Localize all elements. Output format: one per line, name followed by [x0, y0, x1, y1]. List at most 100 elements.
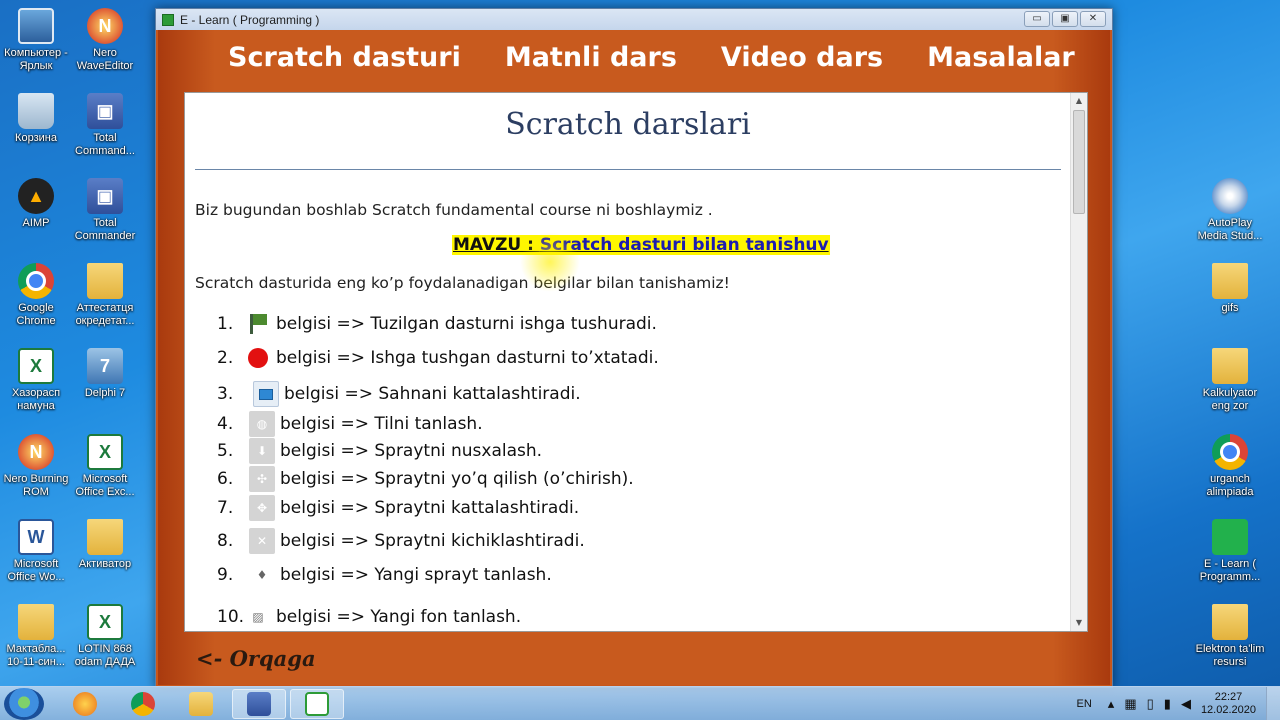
desktop-icon-google-chrome[interactable]: Google Chrome	[0, 263, 72, 328]
desktop-icon-excel[interactable]: X Microsoft Office Exc...	[69, 434, 141, 499]
taskbar-explorer[interactable]	[174, 689, 228, 719]
folder-icon	[189, 692, 213, 716]
desktop-icon-word[interactable]: W Microsoft Office Wo...	[0, 519, 72, 584]
page-title: Scratch darslari	[505, 107, 751, 142]
floppy-icon	[247, 692, 271, 716]
delphi-icon: 7	[87, 348, 123, 384]
close-button[interactable]: ✕	[1080, 11, 1106, 27]
desktop-icon-activator[interactable]: Активатор	[69, 519, 141, 571]
nero-icon: N	[18, 434, 54, 470]
excel-icon: X	[87, 604, 123, 640]
scroll-down-icon[interactable]: ▼	[1071, 615, 1087, 631]
elearn-window: E - Learn ( Programming ) ▭ ▣ ✕ Scratch …	[155, 8, 1113, 688]
autoplay-icon	[1212, 178, 1248, 214]
network-icon[interactable]: ▦	[1124, 696, 1136, 712]
word-icon: W	[18, 519, 54, 555]
signal-icon[interactable]: ▮	[1164, 696, 1171, 712]
desktop-icon-attestat[interactable]: Аттестатця окредетат...	[69, 263, 141, 328]
main-menu: Scratch dasturi Matnli dars Video dars M…	[228, 42, 1075, 73]
aimp-icon: ▲	[18, 178, 54, 214]
list-item: 2. belgisi => Ishga tushgan dasturni to’…	[217, 345, 659, 371]
list-item: 10. ▨ belgisi => Yangi fon tanlash.	[217, 604, 521, 630]
winrar-icon	[87, 263, 123, 299]
folder-icon	[1212, 263, 1248, 299]
menu-masalalar[interactable]: Masalalar	[927, 42, 1075, 73]
vertical-scrollbar[interactable]: ▲ ▼	[1070, 93, 1087, 631]
item-text: belgisi => Yangi fon tanlash.	[276, 607, 522, 627]
back-link[interactable]: <- Orqaga	[196, 646, 316, 671]
desktop-icon-lotin[interactable]: X LOTIN 868 odam ДАДА	[69, 604, 141, 669]
language-indicator[interactable]: EN	[1077, 698, 1092, 710]
list-item: 5. ⬇ belgisi => Spraytni nusxalash.	[217, 438, 542, 464]
folder-icon	[1212, 348, 1248, 384]
stop-icon	[245, 345, 271, 371]
item-number: 7.	[217, 498, 234, 518]
chrome-icon	[131, 692, 155, 716]
menu-matnli-dars[interactable]: Matnli dars	[505, 42, 677, 73]
desktop-icon-elektron[interactable]: Elektron ta'lim resursi	[1194, 604, 1266, 669]
desktop-icon-total-commander-2[interactable]: ▣ Total Commander	[69, 178, 141, 243]
taskbar-total-commander[interactable]	[232, 689, 286, 719]
excel-icon: X	[87, 434, 123, 470]
list-item: 3. belgisi => Sahnani kattalashtiradi.	[217, 381, 581, 407]
elearn-icon	[1212, 519, 1248, 555]
app-icon	[162, 13, 174, 26]
show-hidden-icons-icon[interactable]: ▴	[1108, 696, 1115, 712]
desktop-icon-nero-waveeditor[interactable]: N Nero WaveEditor	[69, 8, 141, 73]
volume-icon[interactable]: ◀	[1181, 696, 1191, 712]
elearn-icon	[305, 692, 329, 716]
scroll-up-icon[interactable]: ▲	[1071, 93, 1087, 109]
globe-icon: ◍	[249, 411, 275, 437]
item-text: belgisi => Spraytni kichiklashtiradi.	[280, 531, 585, 551]
desktop-icon-hazorasp[interactable]: X Хазорасп намуна	[0, 348, 72, 413]
folder-icon	[87, 519, 123, 555]
window-title: E - Learn ( Programming )	[180, 12, 320, 27]
topic-text: Scratch dasturi bilan tanishuv	[539, 235, 829, 255]
window-titlebar[interactable]: E - Learn ( Programming ) ▭ ▣ ✕	[156, 9, 1112, 30]
duplicate-icon: ⬇	[249, 438, 275, 464]
desktop-icon-urganch[interactable]: urganch alimpiada	[1194, 434, 1266, 499]
item-text: belgisi => Spraytni yo’q qilish (o’chiri…	[280, 469, 634, 489]
floppy-icon: ▣	[87, 93, 123, 129]
taskbar-firefox[interactable]	[58, 689, 112, 719]
desktop-icon-maktab[interactable]: Мактабла... 10-11-син...	[0, 604, 72, 669]
item-text: belgisi => Spraytni nusxalash.	[280, 441, 543, 461]
desktop-icon-delphi[interactable]: 7 Delphi 7	[69, 348, 141, 400]
window-frame: Scratch dasturi Matnli dars Video dars M…	[158, 30, 1110, 685]
item-number: 5.	[217, 441, 234, 461]
battery-icon[interactable]: ▯	[1147, 696, 1154, 712]
list-item: 9. ♦ belgisi => Yangi sprayt tanlash.	[217, 562, 552, 588]
window-controls: ▭ ▣ ✕	[1024, 11, 1106, 27]
taskbar-chrome[interactable]	[116, 689, 170, 719]
topic-prefix: MAVZU :	[453, 235, 540, 255]
show-desktop-button[interactable]	[1266, 687, 1280, 720]
list-item: 4. ◍ belgisi => Tilni tanlash.	[217, 411, 483, 437]
scroll-thumb[interactable]	[1073, 110, 1085, 214]
clock[interactable]: 22:27 12.02.2020	[1201, 691, 1256, 717]
item-number: 10.	[217, 607, 245, 627]
item-number: 4.	[217, 414, 234, 434]
minimize-button[interactable]: ▭	[1024, 11, 1050, 27]
fullscreen-stage-icon	[253, 381, 279, 407]
system-tray: EN ▴ ▦ ▯ ▮ ◀ 22:27 12.02.2020	[1077, 687, 1280, 720]
desktop-icon-aimp[interactable]: ▲ AIMP	[0, 178, 72, 230]
excel-icon: X	[18, 348, 54, 384]
grow-icon: ✥	[249, 495, 275, 521]
shrink-icon: ✕	[249, 528, 275, 554]
desktop-icon-elearn[interactable]: E - Learn ( Programm...	[1194, 519, 1266, 584]
menu-video-dars[interactable]: Video dars	[721, 42, 883, 73]
item-number: 8.	[217, 531, 234, 551]
desktop-icon-computer[interactable]: Компьютер - Ярлык	[0, 8, 72, 73]
item-number: 3.	[217, 384, 234, 404]
desktop-icon-autoplay[interactable]: AutoPlay Media Stud...	[1194, 178, 1266, 243]
browser-icon	[73, 692, 97, 716]
taskbar-elearn[interactable]	[290, 689, 344, 719]
maximize-button[interactable]: ▣	[1052, 11, 1078, 27]
start-button[interactable]	[4, 688, 44, 720]
menu-scratch-dasturi[interactable]: Scratch dasturi	[228, 42, 461, 73]
desktop-icon-kalkulyator[interactable]: Kalkulyator eng zor	[1194, 348, 1266, 413]
desktop-icon-gifs[interactable]: gifs	[1194, 263, 1266, 315]
desktop-icon-recycle-bin[interactable]: Корзина	[0, 93, 72, 145]
desktop-icon-nero-burning[interactable]: N Nero Burning ROM	[0, 434, 72, 499]
desktop-icon-total-commander-1[interactable]: ▣ Total Command...	[69, 93, 141, 158]
